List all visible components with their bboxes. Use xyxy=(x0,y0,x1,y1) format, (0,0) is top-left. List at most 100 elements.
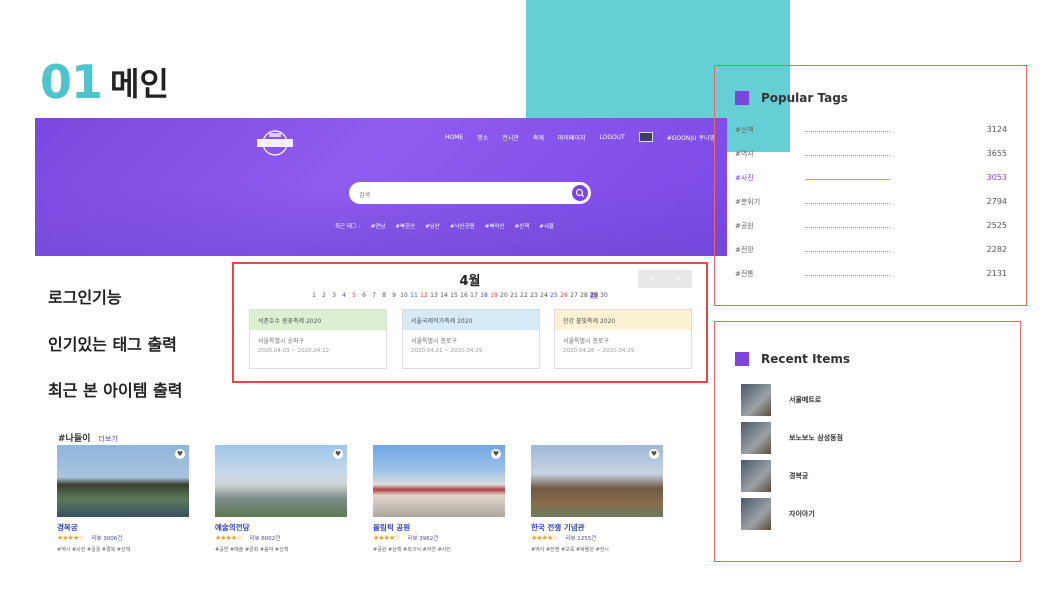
calendar-day[interactable]: 23 xyxy=(530,292,538,299)
calendar-day[interactable]: 10 xyxy=(400,292,408,299)
calendar-day[interactable]: 13 xyxy=(430,292,438,299)
event-location: 서울특별시 종로구 xyxy=(411,338,458,345)
leader-line xyxy=(805,155,890,156)
calendar-day[interactable]: 5 xyxy=(350,292,358,299)
calendar-day[interactable]: 26 xyxy=(560,292,568,299)
leader-line xyxy=(805,131,890,132)
hot-tag[interactable]: #낙산공원 xyxy=(450,222,475,230)
recent-item-name: 경복궁 xyxy=(789,472,809,480)
prev-month-button[interactable]: < xyxy=(649,275,655,283)
search-button[interactable] xyxy=(572,185,588,201)
calendar-day[interactable]: 24 xyxy=(540,292,548,299)
calendar-day[interactable]: 8 xyxy=(380,292,388,299)
calendar-day[interactable]: 21 xyxy=(510,292,518,299)
search-input[interactable] xyxy=(349,184,559,207)
more-link[interactable]: 더보기 xyxy=(98,434,117,444)
calendar-day[interactable]: 16 xyxy=(460,292,468,299)
calendar-day[interactable]: 4 xyxy=(340,292,348,299)
popular-tag-row[interactable]: #사진 3053 xyxy=(735,173,1007,187)
tag-name: #산책 xyxy=(735,126,754,134)
tag-count: 2131 xyxy=(986,269,1007,278)
tag-count: 3124 xyxy=(986,125,1007,134)
recent-item[interactable]: 자이아기 xyxy=(741,498,815,530)
calendar-day[interactable]: 29 xyxy=(590,292,598,299)
recent-item-thumbnail xyxy=(741,498,771,530)
rating-row: ★★★★☆ 리뷰 6002건 xyxy=(215,534,347,542)
calendar-day[interactable]: 1 xyxy=(310,292,318,299)
calendar-day[interactable]: 22 xyxy=(520,292,528,299)
popular-tags-title: Popular Tags xyxy=(761,91,848,105)
recent-tags: 최근 태그 : #연남 #북한산 #남산 #낙산공원 #북악산 #산책 #서울 xyxy=(335,222,554,230)
logo-icon[interactable] xyxy=(249,128,301,158)
recent-item[interactable]: 경복궁 xyxy=(741,460,808,492)
tag-count: 3655 xyxy=(986,149,1007,158)
calendar-day[interactable]: 18 xyxy=(480,292,488,299)
place-card[interactable]: ♥ 경복궁 ★★★★☆ 리뷰 3006건 #역사 #사진 #궁궐 #경복 #산책 xyxy=(57,445,189,565)
tag-name: #역사 xyxy=(735,150,754,158)
nav-username[interactable]: #GOONJU 쿠니영 xyxy=(667,133,715,142)
nav-mypage[interactable]: 마이페이지 xyxy=(558,133,586,142)
calendar-day[interactable]: 6 xyxy=(360,292,368,299)
popular-tag-row[interactable]: #전통 2131 xyxy=(735,269,1007,283)
nav-home[interactable]: HOME xyxy=(445,134,463,141)
tag-name: #공원 xyxy=(735,222,754,230)
place-card[interactable]: ♥ 올림픽 공원 ★★★★☆ 리뷰 3962건 #공원 #산책 #피크닉 #자연 #사진 xyxy=(373,445,505,565)
calendar-day[interactable]: 17 xyxy=(470,292,478,299)
calendar-day[interactable]: 28 xyxy=(580,292,588,299)
heart-icon[interactable]: ♥ xyxy=(333,449,343,459)
feature-popular-tags: 인기있는 태그 출력 xyxy=(48,335,177,354)
calendar-day[interactable]: 15 xyxy=(450,292,458,299)
hot-tag[interactable]: #북한산 xyxy=(395,222,415,230)
calendar-day[interactable]: 30 xyxy=(600,292,608,299)
place-name[interactable]: 올림픽 공원 xyxy=(373,522,505,533)
heart-icon[interactable]: ♥ xyxy=(649,449,659,459)
event-card[interactable]: 한강 불빛축제 2020 서울특별시 종로구 2020.04.28 ~ 2020… xyxy=(554,309,692,369)
hot-tag[interactable]: #산책 xyxy=(515,222,530,230)
nav-exhibition[interactable]: 전시관 xyxy=(502,133,519,142)
tag-name: #사진 xyxy=(735,174,754,182)
calendar-day[interactable]: 14 xyxy=(440,292,448,299)
recent-item[interactable]: 보노보노 삼성동점 xyxy=(741,422,843,454)
recent-item[interactable]: 서울메트로 xyxy=(741,384,821,416)
square-icon xyxy=(735,352,749,366)
recent-items-header: Recent Items xyxy=(735,352,850,366)
calendar-day[interactable]: 12 xyxy=(420,292,428,299)
calendar-day[interactable]: 27 xyxy=(570,292,578,299)
tag-name: #전통 xyxy=(735,270,754,278)
place-name[interactable]: 한국 전쟁 기념관 xyxy=(531,522,663,533)
calendar-day[interactable]: 2 xyxy=(320,292,328,299)
popular-tag-row[interactable]: #역사 3655 xyxy=(735,149,1007,163)
calendar-day[interactable]: 20 xyxy=(500,292,508,299)
calendar-day[interactable]: 7 xyxy=(370,292,378,299)
calendar-day[interactable]: 19 xyxy=(490,292,498,299)
recent-items-panel: Recent Items 서울메트로보노보노 삼성동점경복궁자이아기 xyxy=(714,321,1021,562)
calendar-day[interactable]: 25 xyxy=(550,292,558,299)
calendar-day[interactable]: 11 xyxy=(410,292,418,299)
next-month-button[interactable]: > xyxy=(676,275,682,283)
place-card[interactable]: ♥ 예술의전당 ★★★★☆ 리뷰 6002건 #공연 #예술 #문화 #음악 #산책 xyxy=(215,445,347,565)
avatar[interactable] xyxy=(638,132,653,142)
calendar-day[interactable]: 9 xyxy=(390,292,398,299)
tag-count: 2794 xyxy=(986,197,1007,206)
place-tags: #공연 #예술 #문화 #음악 #산책 xyxy=(215,547,289,553)
place-name[interactable]: 경복궁 xyxy=(57,522,189,533)
popular-tag-row[interactable]: #산책 3124 xyxy=(735,125,1007,139)
calendar-day[interactable]: 3 xyxy=(330,292,338,299)
popular-tag-row[interactable]: #공원 2525 xyxy=(735,221,1007,235)
hot-tag[interactable]: #연남 xyxy=(371,222,386,230)
place-card[interactable]: ♥ 한국 전쟁 기념관 ★★★★☆ 리뷰 1255건 #역사 #전쟁 #교육 #박물관 … xyxy=(531,445,663,565)
hot-tag[interactable]: #서울 xyxy=(539,222,554,230)
nav-logout[interactable]: LOGOUT xyxy=(599,134,624,141)
nav-places[interactable]: 명소 xyxy=(477,133,488,142)
calendar-month: 4월 xyxy=(459,274,481,289)
event-card[interactable]: 석촌호수 봄꽃축제 2020 서울특별시 송파구 2020.04.03 ~ 20… xyxy=(249,309,387,369)
heart-icon[interactable]: ♥ xyxy=(491,449,501,459)
hot-tag[interactable]: #남산 xyxy=(425,222,440,230)
place-name[interactable]: 예술의전당 xyxy=(215,522,347,533)
nav-festival[interactable]: 축제 xyxy=(533,133,544,142)
heart-icon[interactable]: ♥ xyxy=(175,449,185,459)
popular-tag-row[interactable]: #분위기 2794 xyxy=(735,197,1007,211)
hot-tag[interactable]: #북악산 xyxy=(485,222,505,230)
popular-tag-row[interactable]: #전망 2282 xyxy=(735,245,1007,259)
event-card[interactable]: 서울국제작가축제 2020 서울특별시 종로구 2020.04.21 ~ 202… xyxy=(402,309,540,369)
